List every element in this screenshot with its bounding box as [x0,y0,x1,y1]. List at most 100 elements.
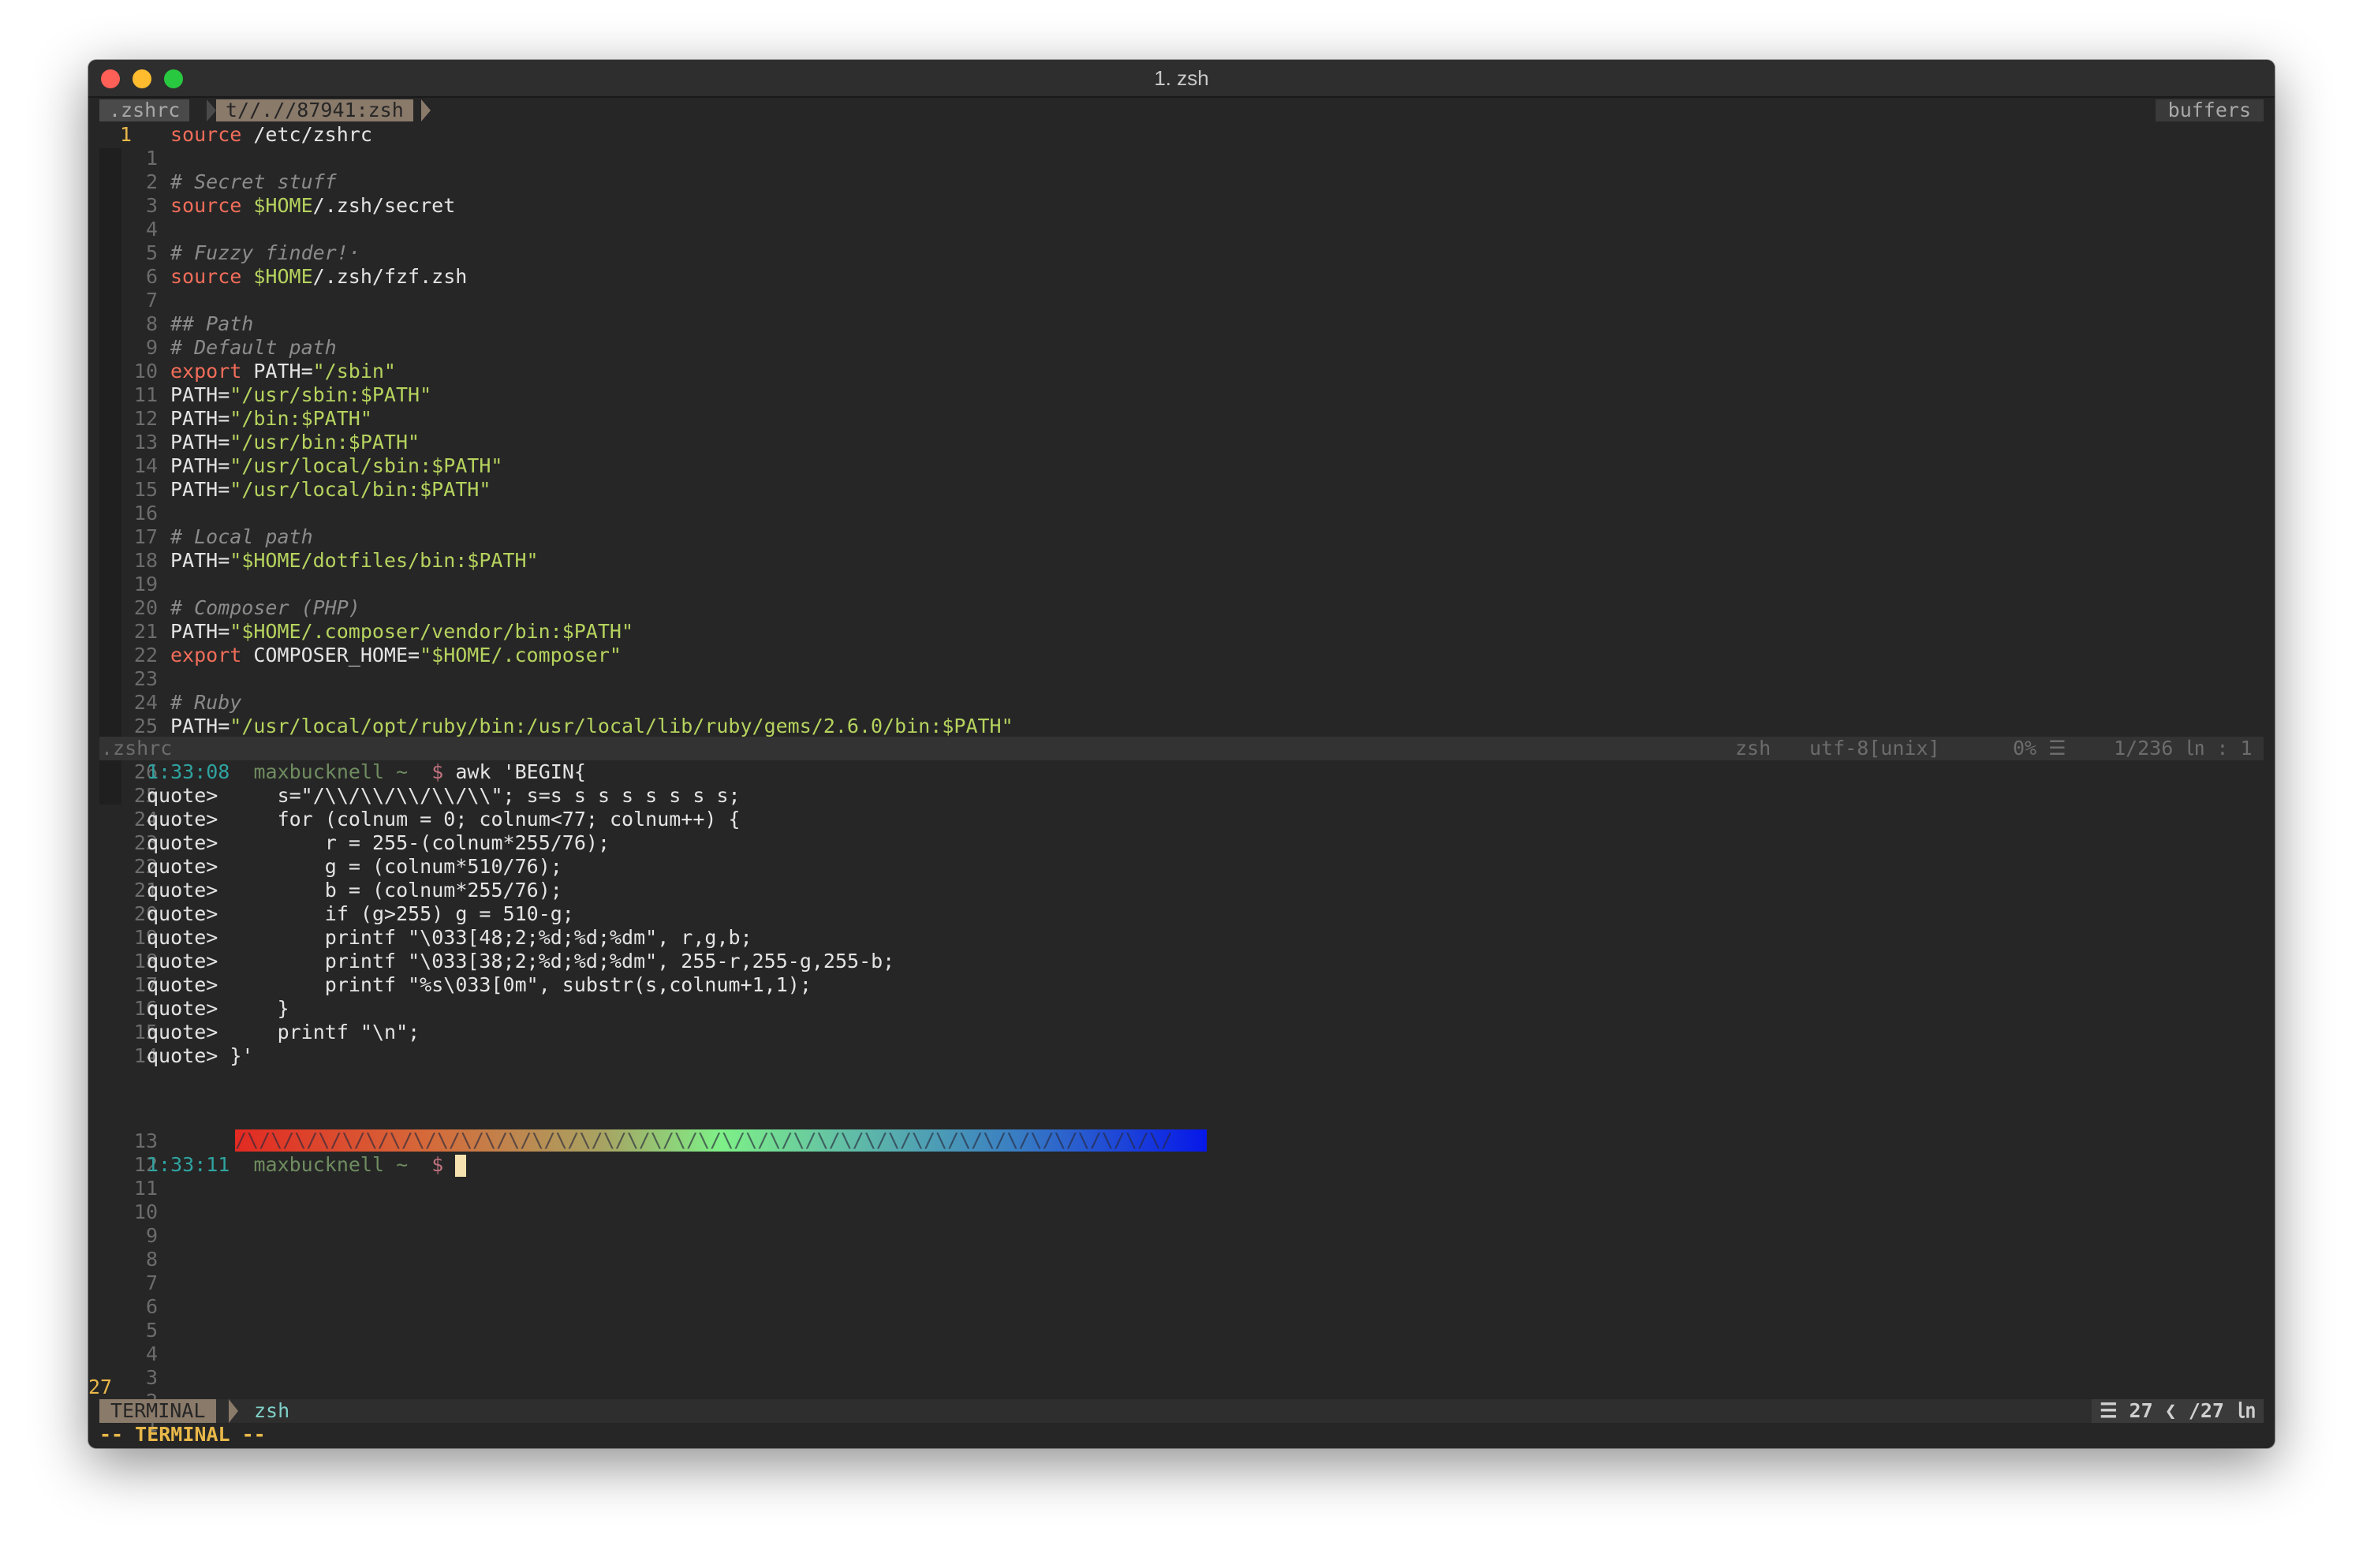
prompt-line[interactable]: 1:33:11 maxbucknell ~ $ [147,1153,467,1177]
terminal-name: zsh [254,1399,290,1422]
status-percent: 0% ☰ [2013,737,2066,760]
line-number: 12 [133,407,158,430]
line-number: 5 [145,1319,158,1342]
line-number: 3 [145,1366,158,1389]
line-number: 17 [133,525,158,548]
status-position: ☰ 27 ❮ /27 ㏑ [2092,1399,2264,1423]
line-number: 15 [133,478,158,501]
quote-line: quote> printf "\n"; [147,1021,420,1043]
line-number: 13 [133,431,158,454]
line-number: 21 [133,620,158,643]
code-line: # Fuzzy finder!· [170,241,360,264]
line-number: 22 [133,644,158,666]
mode-separator-icon [229,1399,238,1423]
code-line: export COMPOSER_HOME="$HOME/.composer" [170,644,622,666]
line-number: 10 [133,360,158,383]
code-line: # Default path [170,336,337,359]
editor-current-line: source /etc/zshrc [170,123,372,146]
quote-line: quote> for (colnum = 0; colnum<77; colnu… [147,808,741,831]
code-line: # Ruby [170,691,242,714]
code-line: PATH="/usr/sbin:$PATH" [170,383,432,406]
buffers-label[interactable]: buffers [2155,99,2264,121]
code-line: # Composer (PHP) [170,596,360,619]
prompt-command: awk 'BEGIN{ [455,760,586,783]
line-number: 8 [145,1248,158,1271]
quote-line: quote> r = 255-(colnum*255/76); [147,831,610,854]
code-line: ## Path [170,312,254,335]
code-line: PATH="$HOME/dotfiles/bin:$PATH" [170,549,539,572]
quote-line: quote> if (g>255) g = 510-g; [147,902,574,925]
line-number: 11 [133,1177,158,1200]
code-line: source $HOME/.zsh/fzf.zsh [170,265,468,288]
status-filename: .zshrc [101,737,173,760]
editor-statusline: .zshrc zsh utf-8[unix] 0% ☰ 1/236 ㏑ : 1 [99,737,2264,760]
text-cursor [455,1155,467,1177]
tab-zshrc[interactable]: .zshrc [99,99,190,121]
line-number: 9 [145,1224,158,1247]
code-line: PATH="/bin:$PATH" [170,407,372,430]
code-line: source $HOME/.zsh/secret [170,194,456,217]
code-line: export PATH="/sbin" [170,360,396,383]
line-number: 4 [145,1342,158,1365]
code-line: PATH="/usr/local/sbin:$PATH" [170,454,503,477]
status-position: 1/236 ㏑ : 1 [2114,737,2253,760]
line-number: 8 [145,312,158,335]
title-bar[interactable]: 1. zsh [88,60,2275,98]
quote-line: quote> s="/\\/\\/\\/\\/\\"; s=s s s s s … [147,784,741,807]
line-number: 7 [145,1271,158,1294]
code-line: PATH="/usr/local/opt/ruby/bin:/usr/local… [170,715,1014,737]
line-number: 5 [145,241,158,264]
line-number: 23 [133,667,158,690]
command-line[interactable]: -- TERMINAL -- [99,1423,266,1447]
line-number: 3 [145,194,158,217]
quote-line: quote> printf "%s\033[0m", substr(s,coln… [147,973,812,996]
tab-separator-icon [421,99,431,121]
rainbow-output: /\/\/\/\/\/\/\/\/\/\/\/\/\/\/\/\/\/\/\/\… [235,1129,1207,1152]
tab-separator-icon [207,99,216,121]
line-number: 6 [145,1295,158,1318]
line-number: 4 [145,218,158,241]
line-number: 10 [133,1200,158,1223]
line-number: 24 [133,691,158,714]
quote-line: quote> }' [147,1044,254,1067]
prompt-sign: $ [431,760,444,783]
terminal-statusline: TERMINAL zsh ☰ 27 ❮ /27 ㏑ [99,1399,2264,1423]
quote-line: quote> g = (colnum*510/76); [147,855,562,878]
line-number: 7 [145,289,158,312]
rainbow-text: /\/\/\/\/\/\/\/\/\/\/\/\/\/\/\/\/\/\/\/\… [235,1129,1174,1152]
line-number: 13 [133,1129,158,1152]
current-line-number: 1 [120,123,133,146]
code-line: PATH="/usr/local/bin:$PATH" [170,478,491,501]
line-number: 19 [133,573,158,595]
line-number: 14 [133,454,158,477]
code-line: # Local path [170,525,313,548]
quote-line: quote> } [147,997,289,1020]
code-line: PATH="/usr/bin:$PATH" [170,431,420,454]
line-number: 18 [133,549,158,572]
prompt-time: 1:33:11 [147,1153,230,1176]
status-encoding: utf-8[unix] [1809,737,1940,760]
quote-line: quote> printf "\033[38;2;%d;%d;%dm", 255… [147,950,895,973]
vim-tabline: .zshrc t//.//87941:zsh buffers [88,98,2275,123]
prompt-line: 1:33:08 maxbucknell ~ $ awk 'BEGIN{ [147,760,586,784]
line-number: 1 [145,147,158,170]
window-title: 1. zsh [1154,66,1209,90]
line-number: 20 [133,596,158,619]
prompt-user: maxbucknell ~ [253,1153,409,1176]
code-line: # Secret stuff [170,170,337,193]
line-number: 6 [145,265,158,288]
prompt-sign: $ [431,1153,444,1176]
terminal-window: 1. zsh .zshrc t//.//87941:zsh buffers 1 … [88,60,2275,1448]
line-number: 25 [133,715,158,737]
code-line: PATH="$HOME/.composer/vendor/bin:$PATH" [170,620,634,643]
tab-terminal[interactable]: t//.//87941:zsh [216,99,413,121]
status-filetype: zsh [1735,737,1771,760]
quote-line: quote> b = (colnum*255/76); [147,879,562,902]
mode-indicator: TERMINAL [99,1399,217,1423]
line-number: 2 [145,170,158,193]
line-number: 16 [133,502,158,525]
prompt-user: maxbucknell ~ [253,760,409,783]
quote-line: quote> printf "\033[48;2;%d;%d;%dm", r,g… [147,926,752,949]
line-number: 11 [133,383,158,406]
line-number: 9 [145,336,158,359]
